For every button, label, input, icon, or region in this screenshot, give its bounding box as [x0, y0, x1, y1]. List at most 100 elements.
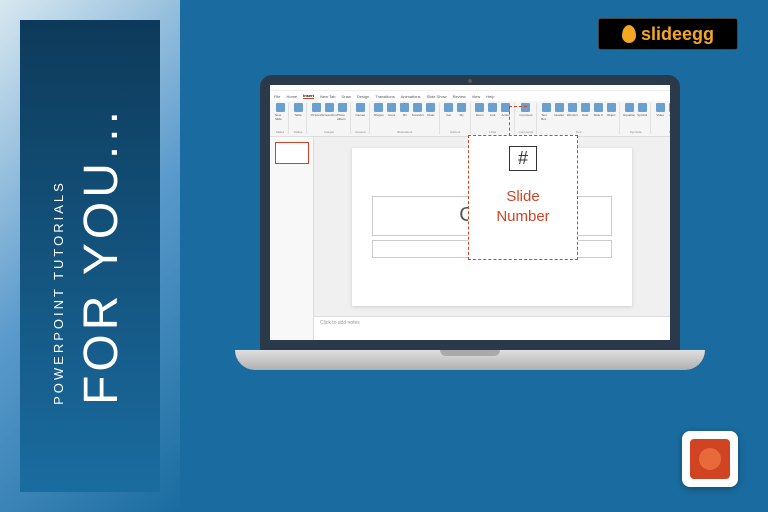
tab-help[interactable]: Help	[486, 94, 494, 99]
ribbon-group-label: Links	[489, 130, 496, 134]
ribbon-button[interactable]: Shapes	[374, 103, 384, 125]
ribbon-button[interactable]: Screenshot	[324, 103, 334, 125]
pp-circle-icon	[699, 448, 721, 470]
ribbon-icon	[444, 103, 453, 112]
callout-pointer	[509, 106, 549, 136]
ribbon-icon	[374, 103, 383, 112]
ribbon-icon	[607, 103, 616, 112]
ribbon-icon	[338, 103, 347, 112]
ribbon-icon	[475, 103, 484, 112]
tab-draw[interactable]: Draw	[342, 94, 351, 99]
tab-newtab[interactable]: New Tab	[320, 94, 336, 99]
sidebar-panel: POWERPOINT TUTORIALS FOR YOU...	[20, 20, 160, 492]
sidebar-text: POWERPOINT TUTORIALS FOR YOU...	[51, 107, 129, 405]
ribbon-button[interactable]: WordArt	[567, 103, 577, 125]
ribbon-group: Text BoxHeaderWordArtDateSlide #ObjectTe…	[538, 103, 620, 134]
ribbon-tabs: File Home Insert New Tab Draw Design Tra…	[270, 91, 670, 101]
ribbon-button[interactable]: Header	[554, 103, 564, 125]
tab-insert[interactable]: Insert	[303, 93, 314, 99]
egg-icon	[622, 25, 636, 43]
ribbon-icon	[638, 103, 647, 112]
pp-icon-inner	[690, 439, 730, 479]
ribbon-toolbar: New Slide Slides Table Tables PicturesScreen…	[270, 101, 670, 137]
ribbon-icon	[555, 103, 564, 112]
ribbon-button[interactable]: Pictures	[311, 103, 321, 125]
ribbon-group-label: Slides	[276, 130, 284, 134]
ribbon-group-label: Images	[324, 130, 334, 134]
brand-text: slideegg	[641, 24, 714, 45]
slide-thumbnail[interactable]	[275, 142, 309, 164]
ribbon-button[interactable]: Audio	[668, 103, 670, 125]
ribbon-icon	[457, 103, 466, 112]
ribbon-button[interactable]: Link	[488, 103, 498, 125]
ribbon-icon	[625, 103, 634, 112]
tab-slideshow[interactable]: Slide Show	[427, 94, 447, 99]
ribbon-group: GetMy Add-ins	[441, 103, 471, 134]
ribbon-icon	[325, 103, 334, 112]
tab-animations[interactable]: Animations	[401, 94, 421, 99]
ribbon-button[interactable]: Symbol	[637, 103, 647, 125]
callout-box: # SlideNumber	[468, 135, 578, 260]
ribbon-button[interactable]: Table	[293, 103, 303, 125]
ribbon-button[interactable]: Chart	[426, 103, 436, 125]
ribbon-icon	[400, 103, 409, 112]
powerpoint-app-icon	[682, 431, 738, 487]
ribbon-button[interactable]: Get	[444, 103, 454, 125]
ribbon-icon	[312, 103, 321, 112]
tab-design[interactable]: Design	[357, 94, 369, 99]
ribbon-icon	[426, 103, 435, 112]
ribbon-button[interactable]: SmartArt	[413, 103, 423, 125]
ribbon-group-label: Media	[669, 130, 670, 134]
ribbon-icon	[568, 103, 577, 112]
ribbon-button[interactable]: Icons	[387, 103, 397, 125]
ribbon-button[interactable]: Cameo	[355, 103, 365, 125]
sidebar-small-text: POWERPOINT TUTORIALS	[51, 107, 66, 405]
slide-number-icon: #	[509, 146, 537, 171]
ribbon-button[interactable]: Photo Album	[337, 103, 347, 125]
ribbon-group: Cameo Camera	[352, 103, 370, 134]
ribbon-button[interactable]: Date	[580, 103, 590, 125]
ribbon-button[interactable]: Slide #	[593, 103, 603, 125]
notes-pane[interactable]: Click to add notes	[314, 316, 670, 340]
thumbnail-panel	[270, 137, 314, 340]
ribbon-icon	[656, 103, 665, 112]
ribbon-group-label: Tables	[294, 130, 303, 134]
ribbon-icon	[669, 103, 670, 112]
ribbon-icon	[581, 103, 590, 112]
ribbon-icon	[413, 103, 422, 112]
ribbon-button[interactable]: Object	[606, 103, 616, 125]
ribbon-group: New Slide Slides	[272, 103, 289, 134]
ribbon-group: PicturesScreenshotPhoto Album Images	[308, 103, 351, 134]
ribbon-group-label: Illustrations	[397, 130, 412, 134]
tab-home[interactable]: Home	[286, 94, 297, 99]
ribbon-button[interactable]: Equation	[624, 103, 634, 125]
ribbon-button[interactable]: My	[457, 103, 467, 125]
ribbon-button[interactable]: Zoom	[475, 103, 485, 125]
ribbon-group-label: Symbols	[630, 130, 642, 134]
callout-label: SlideNumber	[496, 187, 549, 226]
ribbon-icon	[276, 103, 285, 112]
promo-sidebar: POWERPOINT TUTORIALS FOR YOU...	[0, 0, 180, 512]
camera-icon	[468, 79, 472, 83]
laptop-base	[235, 350, 705, 370]
ribbon-group: VideoAudioScreenMedia	[652, 103, 670, 134]
ribbon-button[interactable]: New Slide	[275, 103, 285, 125]
tab-review[interactable]: Review	[453, 94, 466, 99]
ribbon-group-label: Camera	[355, 130, 366, 134]
tab-file[interactable]: File	[274, 94, 280, 99]
ribbon-icon	[488, 103, 497, 112]
ribbon-button[interactable]: Video	[655, 103, 665, 125]
ribbon-icon	[594, 103, 603, 112]
ribbon-group: Table Tables	[290, 103, 307, 134]
ribbon-icon	[356, 103, 365, 112]
ribbon-button[interactable]: 3D	[400, 103, 410, 125]
ribbon-icon	[294, 103, 303, 112]
ribbon-group-label: Add-ins	[450, 130, 460, 134]
brand-logo: slideegg	[598, 18, 738, 50]
sidebar-big-text: FOR YOU...	[74, 107, 129, 405]
ribbon-group: ShapesIcons3DSmartArtChart Illustrations	[371, 103, 440, 134]
ribbon-group-label: Text	[576, 130, 582, 134]
tab-view[interactable]: View	[472, 94, 481, 99]
tab-transitions[interactable]: Transitions	[375, 94, 394, 99]
ribbon-icon	[387, 103, 396, 112]
